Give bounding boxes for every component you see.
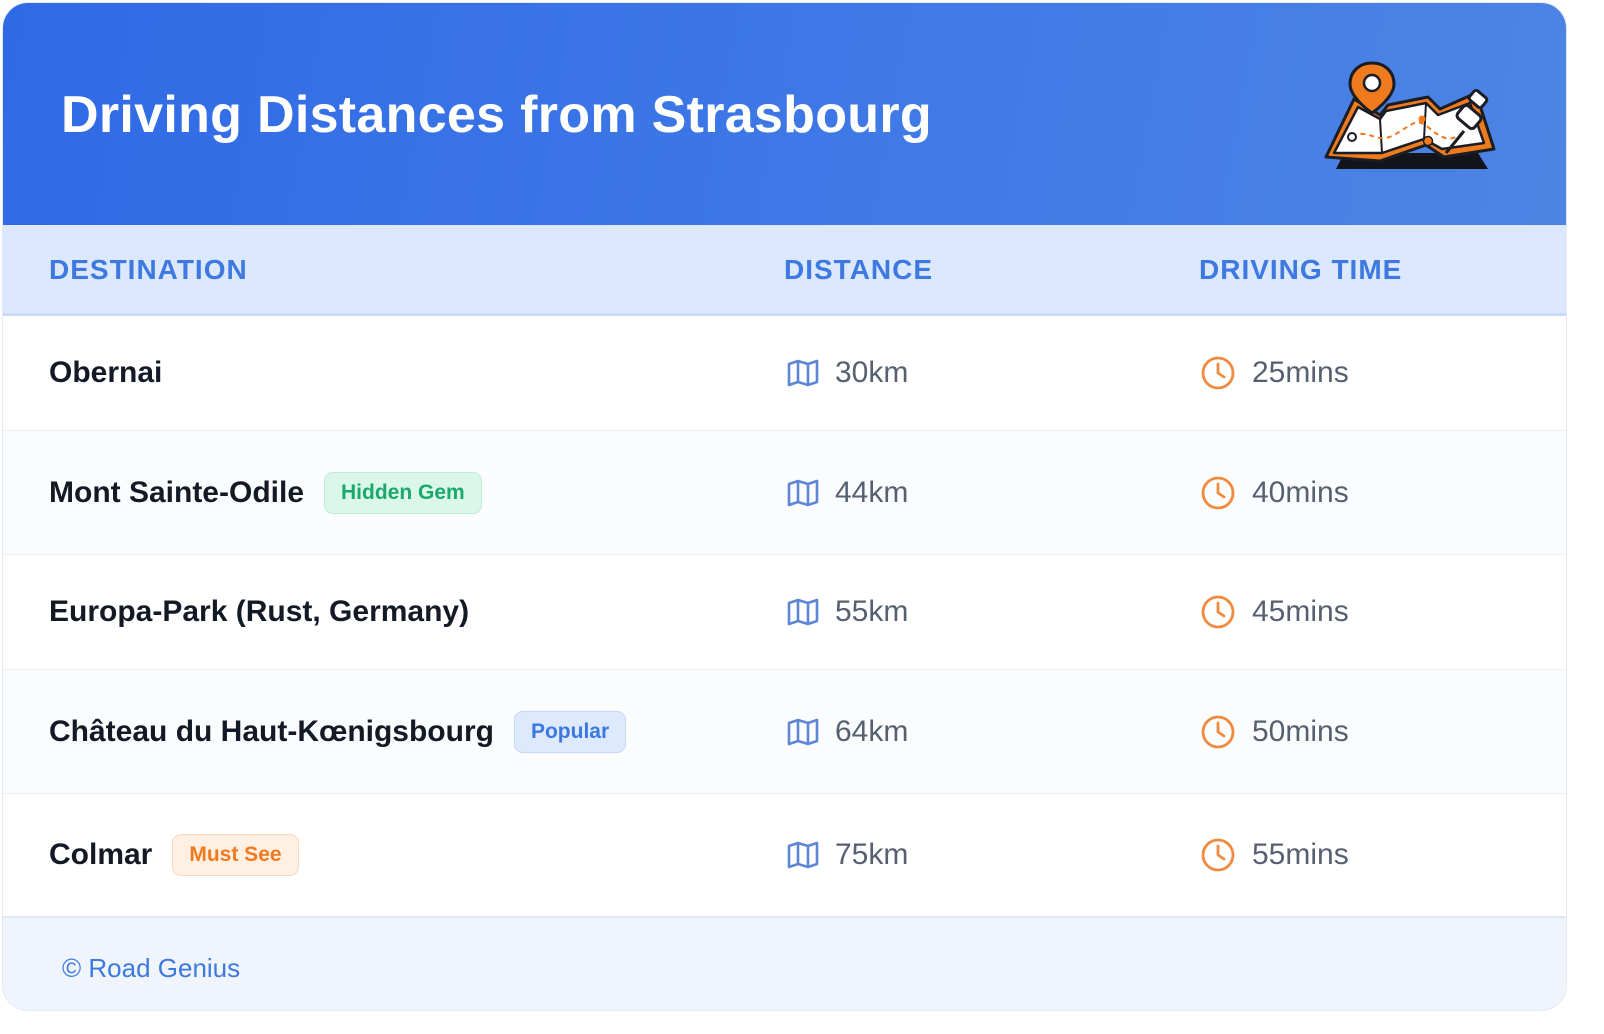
driving-time-value: 55mins (1252, 838, 1349, 871)
distance-value: 44km (835, 475, 909, 509)
distance-cell: 75km (787, 838, 908, 872)
driving-time-cell: 40mins (1200, 475, 1349, 511)
clock-icon (1201, 476, 1235, 509)
driving-time-cell: 25mins (1200, 355, 1349, 391)
table-row: Mont Sainte-Odile Hidden Gem 44km 40mins (3, 431, 1566, 555)
hidden-gem-badge: Hidden Gem (324, 471, 482, 514)
driving-time-value: 40mins (1252, 475, 1349, 509)
destination-name: Obernai (49, 356, 163, 389)
distance-cell: 30km (787, 356, 908, 390)
card-footer: © Road Genius (3, 916, 1566, 1010)
popular-badge: Popular (513, 710, 627, 753)
distance-value: 30km (835, 356, 909, 389)
table-row: Colmar Must See 75km 55mins (3, 794, 1566, 916)
table-row: Obernai 30km 25mins (3, 316, 1566, 431)
footer-credit: © Road Genius (62, 953, 241, 983)
distance-cell: 55km (787, 595, 908, 629)
card-header: Driving Distances from Strasbourg (3, 3, 1566, 225)
driving-time-value: 25mins (1252, 356, 1349, 389)
map-icon (787, 718, 819, 745)
destination-name: Mont Sainte-Odile (49, 475, 304, 509)
destination-cell: Obernai (49, 356, 162, 390)
driving-time-cell: 55mins (1200, 837, 1349, 873)
clock-icon (1201, 356, 1235, 390)
destination-cell: Europa-Park (Rust, Germany) (49, 595, 469, 629)
driving-time-value: 45mins (1252, 595, 1349, 628)
distance-cell: 64km (787, 715, 908, 749)
distance-value: 55km (835, 595, 909, 628)
column-header-destination: DESTINATION (49, 254, 248, 285)
clock-icon (1201, 838, 1235, 872)
distance-value: 75km (835, 838, 909, 871)
destination-name: Château du Haut-Kœnigsbourg (49, 714, 494, 748)
map-icon (787, 841, 819, 869)
folded-map-with-pins-icon (1324, 61, 1496, 169)
table-row: Château du Haut-Kœnigsbourg Popular 64km… (3, 670, 1566, 794)
destination-cell: Château du Haut-Kœnigsbourg Popular (49, 710, 627, 753)
destination-cell: Mont Sainte-Odile Hidden Gem (49, 471, 482, 514)
column-header-driving-time: DRIVING TIME (1199, 254, 1403, 285)
column-header-distance: DISTANCE (784, 254, 934, 285)
destination-cell: Colmar Must See (49, 834, 299, 876)
clock-icon (1201, 715, 1235, 748)
destination-name: Colmar (49, 838, 153, 871)
map-icon (787, 479, 819, 506)
distance-value: 64km (835, 714, 909, 748)
distance-table-card: Driving Distances from Strasbourg DESTIN… (2, 2, 1567, 1011)
distance-cell: 44km (787, 476, 908, 510)
map-icon (787, 598, 819, 626)
table-header: DESTINATION DISTANCE DRIVING TIME (3, 225, 1566, 316)
map-icon (787, 359, 819, 387)
clock-icon (1201, 595, 1235, 629)
driving-time-cell: 45mins (1200, 594, 1349, 630)
page-title: Driving Distances from Strasbourg (61, 86, 932, 144)
must-see-badge: Must See (172, 834, 299, 876)
destination-name: Europa-Park (Rust, Germany) (49, 595, 470, 628)
driving-time-cell: 50mins (1200, 714, 1349, 750)
driving-time-value: 50mins (1252, 714, 1349, 748)
table-row: Europa-Park (Rust, Germany) 55km 45mins (3, 555, 1566, 670)
